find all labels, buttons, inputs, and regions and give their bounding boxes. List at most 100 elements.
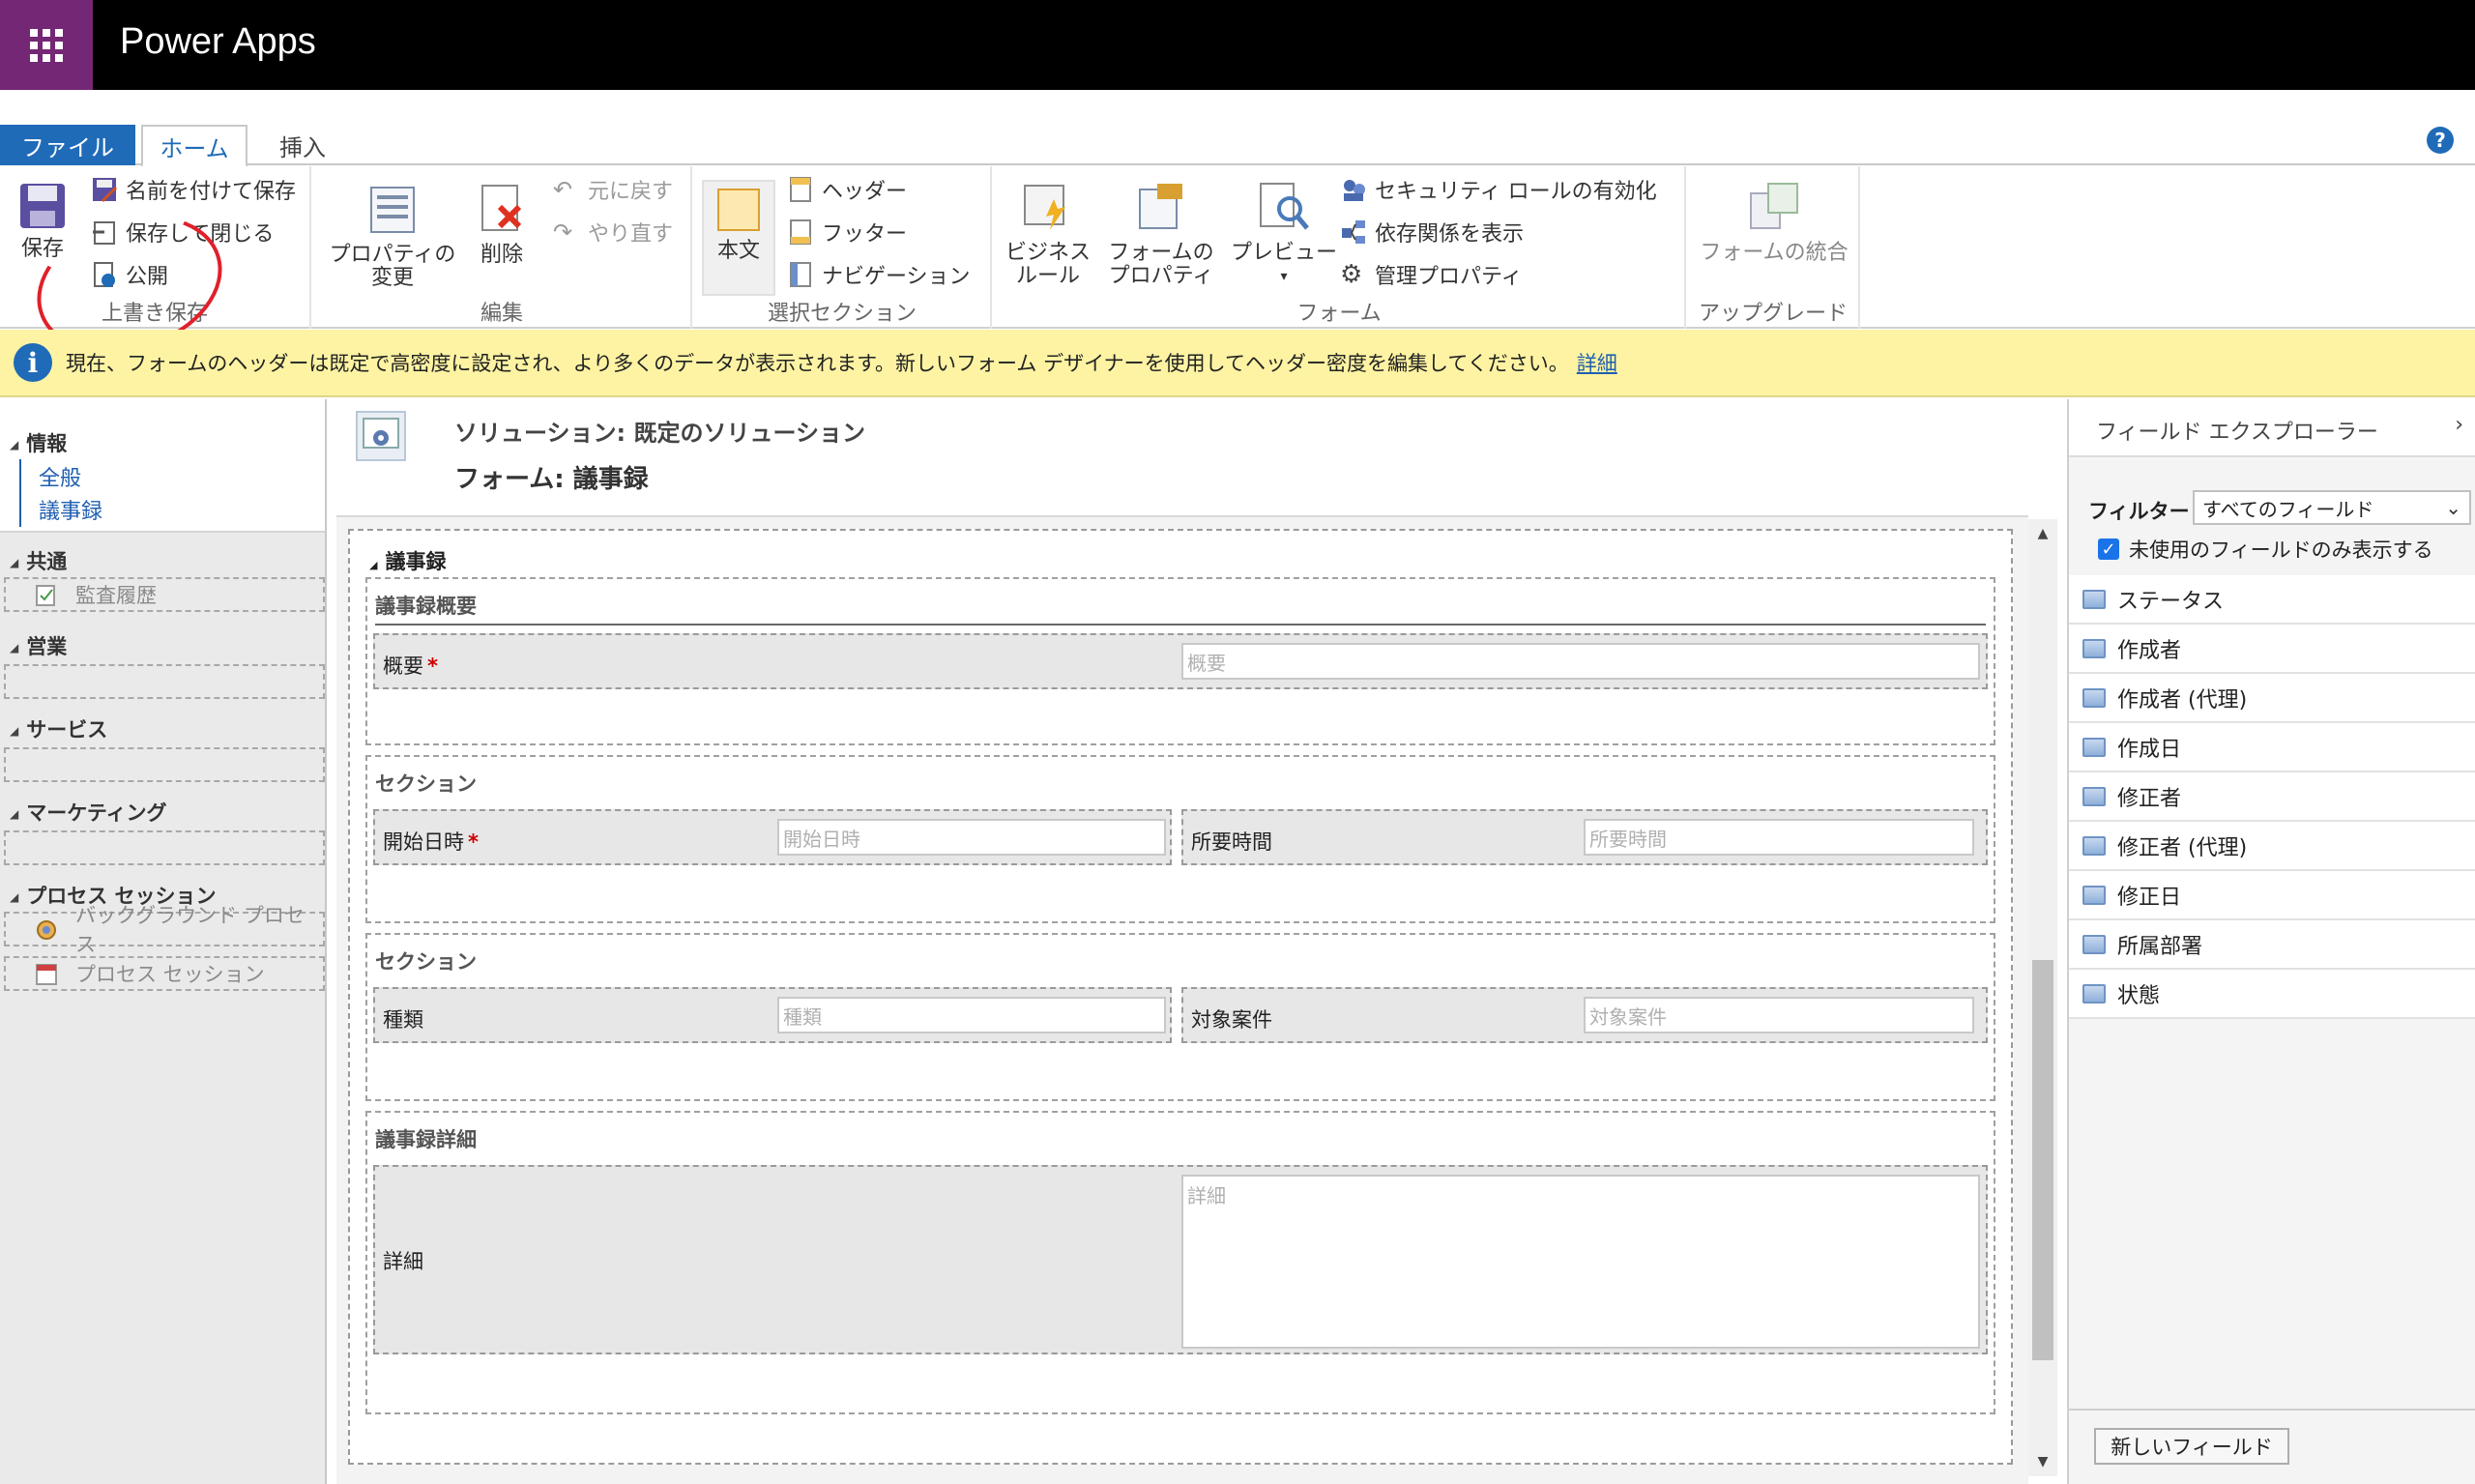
nav-header-info[interactable]: 情報: [10, 428, 67, 457]
top-bar: Power Apps: [0, 0, 2475, 90]
section-title: 議事録概要: [375, 595, 477, 618]
tab-home[interactable]: ホーム: [141, 125, 248, 167]
nav-header-service[interactable]: サービス: [10, 714, 107, 743]
section-classification[interactable]: セクション 種類 種類 対象案件 対象案件: [365, 933, 1995, 1101]
nav-item-process-session[interactable]: プロセス セッション: [4, 956, 325, 991]
redo-button[interactable]: ↷ やり直す: [553, 217, 673, 247]
scroll-down-icon[interactable]: ▼: [2028, 1447, 2057, 1476]
field-type[interactable]: 種類 種類: [373, 987, 1172, 1043]
project-input[interactable]: 対象案件: [1584, 997, 1974, 1033]
field-item-status[interactable]: ステータス: [2069, 575, 2475, 625]
filter-select[interactable]: すべてのフィールド ⌄: [2193, 490, 2471, 525]
unused-only-checkbox-row[interactable]: ✓ 未使用のフィールドのみ表示する: [2098, 535, 2433, 564]
process-session-icon: [35, 963, 58, 986]
designer-scrollbar[interactable]: ▲ ▼: [2028, 519, 2057, 1476]
form-properties-button[interactable]: フォームの プロパティ: [1100, 180, 1222, 288]
nav-header-marketing[interactable]: マーケティング: [10, 798, 166, 827]
tree-line: [19, 459, 21, 527]
form-designer: ソリューション: 既定のソリューション フォーム: 議事録 議事録 議事録概要 …: [329, 399, 2065, 1484]
tab-file[interactable]: ファイル: [0, 125, 135, 165]
field-icon: [2082, 786, 2106, 806]
field-duration[interactable]: 所要時間 所要時間: [1181, 809, 1988, 865]
security-roles-icon: [1340, 176, 1367, 203]
scroll-up-icon[interactable]: ▲: [2028, 519, 2057, 548]
body-icon: [716, 188, 761, 232]
app-launcher-button[interactable]: [0, 0, 93, 90]
summary-input[interactable]: 概要: [1181, 643, 1980, 680]
checkbox-checked-icon[interactable]: ✓: [2098, 538, 2119, 560]
field-label-project: 対象案件: [1191, 1008, 1272, 1032]
field-item-created-by[interactable]: 作成者: [2069, 625, 2475, 674]
field-icon: [2082, 638, 2106, 658]
field-summary[interactable]: 概要 * 概要: [373, 633, 1988, 689]
footer-icon: [787, 218, 814, 246]
field-icon: [2082, 687, 2106, 708]
group-edit: プロパティの 変更 削除 ↶ 元に戻す ↷ やり直す 編集: [313, 166, 692, 329]
enable-security-roles-button[interactable]: セキュリティ ロールの有効化: [1340, 174, 1657, 205]
nav-item-background-process[interactable]: バックグラウンド プロセス: [4, 904, 325, 956]
group-label-form: フォーム: [1296, 302, 1382, 326]
navigation-button[interactable]: ナビゲーション: [787, 259, 971, 290]
nav-item-general[interactable]: 全般: [39, 461, 81, 492]
merge-forms-button[interactable]: フォームの統合: [1694, 180, 1854, 265]
undo-icon: ↶: [553, 176, 573, 203]
section-minutes-summary[interactable]: 議事録概要 概要 * 概要: [365, 577, 1995, 745]
field-start-datetime[interactable]: 開始日時 * 開始日時: [373, 809, 1172, 865]
delete-button[interactable]: 削除: [468, 182, 536, 267]
undo-button[interactable]: ↶ 元に戻す: [553, 174, 673, 205]
footer-button[interactable]: フッター: [787, 217, 907, 247]
form-tab-title[interactable]: 議事録: [369, 546, 446, 575]
waffle-icon: [30, 28, 63, 62]
field-detail[interactable]: 詳細 詳細: [373, 1165, 1988, 1354]
form-label: フォーム: 議事録: [454, 465, 649, 494]
nav-item-minutes[interactable]: 議事録: [39, 494, 102, 525]
show-dependencies-button[interactable]: 依存関係を表示: [1340, 217, 1524, 247]
group-select-section: 本文 ヘッダー フッター ナビゲーション 選択セクション: [694, 166, 992, 329]
type-input[interactable]: 種類: [777, 997, 1166, 1033]
change-properties-button[interactable]: プロパティの 変更: [325, 182, 460, 290]
chevron-right-icon[interactable]: ›: [2455, 413, 2463, 437]
gear-icon: ⚙: [1340, 260, 1363, 289]
field-item-modified-by[interactable]: 修正者: [2069, 772, 2475, 822]
field-icon: [2082, 983, 2106, 1004]
help-icon[interactable]: ?: [2427, 127, 2454, 154]
tab-insert[interactable]: 挿入: [259, 125, 346, 165]
detail-textarea[interactable]: 詳細: [1181, 1175, 1980, 1349]
properties-icon: [365, 182, 420, 236]
preview-dropdown-icon: ▾: [1280, 269, 1288, 284]
filter-label: フィルター: [2088, 500, 2190, 523]
field-icon: [2082, 589, 2106, 609]
new-field-button[interactable]: 新しいフィールド: [2094, 1428, 2289, 1465]
entity-gear-icon: [356, 411, 406, 461]
redo-icon: ↷: [553, 218, 573, 246]
nav-item-audit-history[interactable]: 監査履歴: [4, 577, 325, 612]
header-button[interactable]: ヘッダー: [787, 174, 907, 205]
nav-info-section: 情報 全般 議事録: [0, 399, 325, 533]
section-schedule[interactable]: セクション 開始日時 * 開始日時 所要時間 所要時間: [365, 755, 1995, 923]
field-item-modified-by-delegate[interactable]: 修正者 (代理): [2069, 822, 2475, 871]
nav-header-sales[interactable]: 営業: [10, 631, 67, 660]
form-tab[interactable]: 議事録 議事録概要 概要* 概要 セクション 開始日時* 開始日時 所要時間: [348, 529, 2013, 1465]
start-datetime-input[interactable]: 開始日時: [777, 819, 1166, 856]
field-explorer: フィールド エクスプローラー › フィルター すべてのフィールド ⌄ ✓ 未使用…: [2067, 399, 2475, 1484]
preview-button[interactable]: プレビュー ▾: [1222, 180, 1346, 288]
nav-header-common[interactable]: 共通: [10, 546, 67, 575]
duration-input[interactable]: 所要時間: [1584, 819, 1974, 856]
business-rules-button[interactable]: ビジネス ルール: [1002, 180, 1094, 288]
scroll-thumb[interactable]: [2032, 960, 2053, 1360]
ribbon-tabs: ファイル ホーム 挿入 ?: [0, 90, 2475, 167]
field-target-project[interactable]: 対象案件 対象案件: [1181, 987, 1988, 1043]
save-as-button[interactable]: 名前を付けて保存: [91, 174, 296, 205]
managed-properties-button[interactable]: ⚙ 管理プロパティ: [1340, 259, 1523, 290]
info-details-link[interactable]: 詳細: [1577, 348, 1617, 377]
field-icon: [2082, 737, 2106, 757]
body-button[interactable]: 本文: [702, 180, 775, 296]
section-minutes-detail[interactable]: 議事録詳細 詳細 詳細: [365, 1111, 1995, 1414]
field-item-owning-business-unit[interactable]: 所属部署: [2069, 920, 2475, 970]
navigation-icon: [787, 261, 814, 288]
field-explorer-footer-divider: [2069, 1409, 2475, 1411]
field-item-modified-on[interactable]: 修正日: [2069, 871, 2475, 920]
field-item-state[interactable]: 状態: [2069, 970, 2475, 1019]
field-item-created-on[interactable]: 作成日: [2069, 723, 2475, 772]
field-item-created-by-delegate[interactable]: 作成者 (代理): [2069, 674, 2475, 723]
